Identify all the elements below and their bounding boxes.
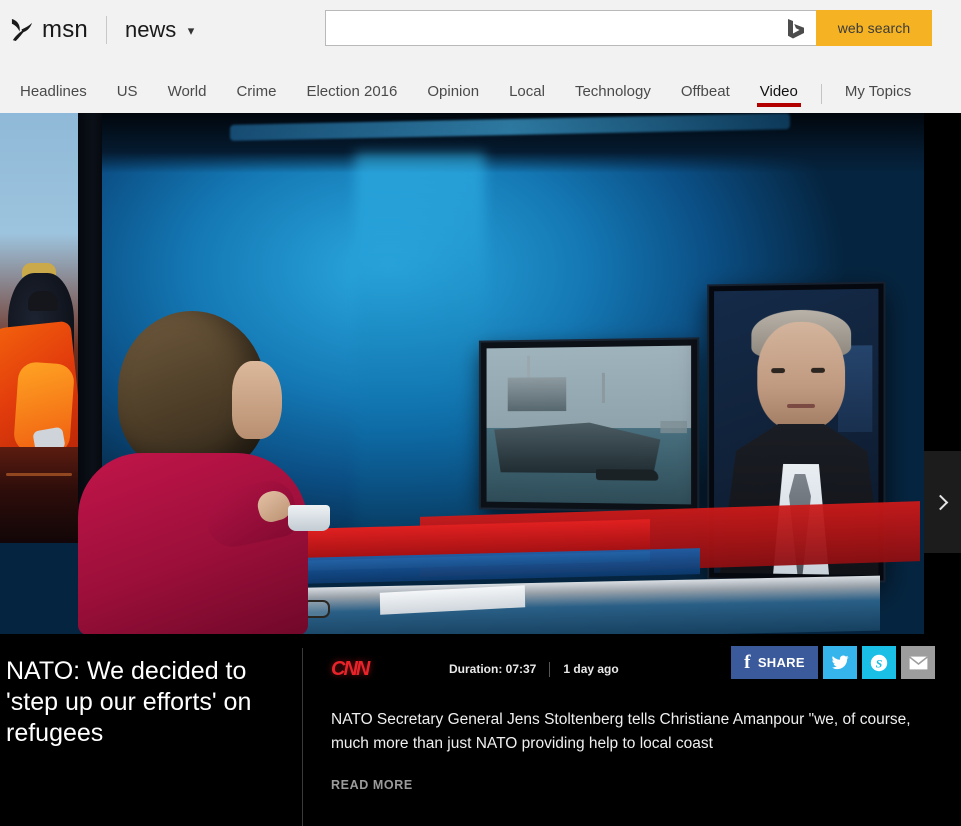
nav-item-technology[interactable]: Technology <box>560 59 666 113</box>
nav-item-us[interactable]: US <box>102 59 153 113</box>
read-more-link[interactable]: READ MORE <box>331 778 933 792</box>
meta-separator <box>549 661 551 677</box>
share-buttons: f SHARE S <box>731 646 935 679</box>
skype-share-button[interactable]: S <box>862 646 896 679</box>
nav-item-election-2016[interactable]: Election 2016 <box>291 59 412 113</box>
msn-wordmark: msn <box>42 15 88 43</box>
nav-item-world[interactable]: World <box>153 59 222 113</box>
msn-butterfly-logo-icon <box>11 18 33 41</box>
svg-text:S: S <box>876 656 883 670</box>
chevron-right-icon <box>932 494 949 510</box>
nav-item-my-topics[interactable]: My Topics <box>830 59 926 113</box>
video-player[interactable]: NATO EXPANDS ROLE IN MIGRANT CRISIS CNN … <box>0 113 961 634</box>
web-search-button[interactable]: web search <box>816 10 932 46</box>
stage-right-gutter <box>924 113 961 634</box>
nav-item-headlines[interactable]: Headlines <box>5 59 102 113</box>
meta-right-column: CNN Duration: 07:37 1 day ago f SHARE S <box>303 634 961 826</box>
email-share-button[interactable] <box>901 646 935 679</box>
video-canvas[interactable]: NATO EXPANDS ROLE IN MIGRANT CRISIS CNN … <box>0 113 924 634</box>
category-nav: Headlines US World Crime Election 2016 O… <box>0 59 961 113</box>
twitter-share-button[interactable] <box>823 646 857 679</box>
nav-item-crime[interactable]: Crime <box>221 59 291 113</box>
anchor-face <box>232 361 282 439</box>
chevron-down-icon: ▾ <box>187 22 195 38</box>
msn-brand[interactable]: msn <box>10 16 88 44</box>
vertical-selector[interactable]: news ▾ <box>125 17 194 43</box>
published-age: 1 day ago <box>563 662 619 676</box>
nav-item-video[interactable]: Video <box>745 59 813 113</box>
source-logo: CNN <box>331 657 370 680</box>
brand-divider <box>105 15 107 44</box>
facebook-icon: f <box>744 652 751 673</box>
video-description: NATO Secretary General Jens Stoltenberg … <box>331 711 911 752</box>
nav-item-local[interactable]: Local <box>494 59 560 113</box>
nav-item-offbeat[interactable]: Offbeat <box>666 59 745 113</box>
duration-label: Duration: 07:37 <box>449 662 537 676</box>
vertical-label: news <box>124 16 177 42</box>
migrant-photo-panel <box>0 113 78 543</box>
envelope-icon <box>908 655 928 669</box>
facebook-share-button[interactable]: f SHARE <box>731 646 818 679</box>
facebook-share-label: SHARE <box>757 655 805 670</box>
nav-item-opinion[interactable]: Opinion <box>412 59 494 113</box>
next-video-button[interactable] <box>924 451 961 553</box>
twitter-icon <box>831 655 848 670</box>
search-bar: web search <box>325 10 932 46</box>
site-header: msn news ▾ web search <box>0 0 961 59</box>
studio-monitor-warship <box>480 339 698 511</box>
video-meta-section: NATO: We decided to 'step up our efforts… <box>0 634 961 826</box>
skype-icon: S <box>870 654 888 671</box>
meta-left-column: NATO: We decided to 'step up our efforts… <box>0 634 302 826</box>
search-input[interactable] <box>325 10 816 46</box>
nav-divider <box>820 84 822 104</box>
duration-group: Duration: 07:37 1 day ago <box>449 661 619 677</box>
video-title[interactable]: NATO: We decided to 'step up our efforts… <box>6 656 278 749</box>
desk-mug <box>288 505 330 531</box>
wall-light-panel <box>355 153 485 553</box>
